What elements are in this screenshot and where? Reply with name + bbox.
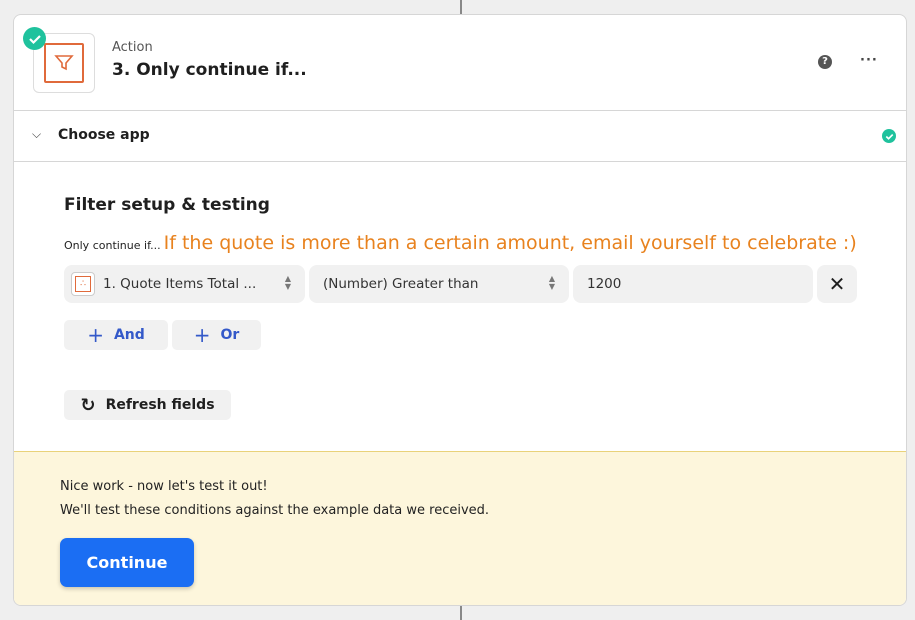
- filter-note: If the quote is more than a certain amou…: [163, 232, 857, 254]
- sort-arrows-icon: ▲ ▼: [548, 274, 555, 291]
- value-text: 1200: [587, 276, 622, 292]
- value-input[interactable]: 1200: [573, 265, 813, 303]
- close-icon: ✕: [828, 272, 846, 296]
- more-options-icon[interactable]: ···: [860, 53, 878, 68]
- field-value: 1. Quote Items Total ...: [103, 276, 257, 292]
- sort-arrows-icon: ▲ ▼: [284, 274, 291, 291]
- test-panel: Nice work - now let's test it out! We'll…: [14, 451, 906, 605]
- refresh-icon: ↻: [80, 394, 96, 416]
- test-line-1: Nice work - now let's test it out!: [60, 479, 268, 494]
- step-card: Action 3. Only continue if... ? ··· ⌵ Ch…: [13, 14, 907, 606]
- remove-condition-button[interactable]: ✕: [817, 265, 857, 303]
- choose-app-section[interactable]: ⌵ Choose app: [14, 111, 906, 162]
- and-label: And: [113, 327, 145, 343]
- section-label: Choose app: [58, 127, 150, 143]
- chevron-down-icon: ⌵: [32, 127, 42, 141]
- app-icon: ∴: [71, 272, 95, 296]
- condition-value: (Number) Greater than: [323, 276, 479, 292]
- step-kicker: Action: [112, 40, 153, 55]
- step-header[interactable]: Action 3. Only continue if... ? ···: [14, 15, 906, 111]
- continue-button[interactable]: Continue: [60, 538, 194, 587]
- filter-label: Only continue if... If the quote is more …: [64, 232, 857, 254]
- refresh-label: Refresh fields: [105, 397, 215, 413]
- or-label: Or: [220, 327, 240, 343]
- condition-select[interactable]: (Number) Greater than ▲ ▼: [309, 265, 569, 303]
- connector-bottom: [460, 606, 462, 620]
- filter-prefix: Only continue if...: [64, 239, 161, 252]
- check-icon: [882, 129, 896, 143]
- filter-heading: Filter setup & testing: [64, 195, 270, 215]
- step-title: 3. Only continue if...: [112, 60, 307, 80]
- refresh-fields-button[interactable]: ↻ Refresh fields: [64, 390, 231, 420]
- help-icon[interactable]: ?: [818, 55, 832, 69]
- test-line-2: We'll test these conditions against the …: [60, 503, 490, 518]
- plus-icon: +: [87, 323, 104, 347]
- field-select[interactable]: ∴ 1. Quote Items Total ... ▲ ▼: [64, 265, 305, 303]
- connector-top: [460, 0, 462, 14]
- add-and-button[interactable]: + And: [64, 320, 168, 350]
- add-or-button[interactable]: + Or: [172, 320, 261, 350]
- check-icon: [23, 27, 46, 50]
- plus-icon: +: [193, 323, 211, 347]
